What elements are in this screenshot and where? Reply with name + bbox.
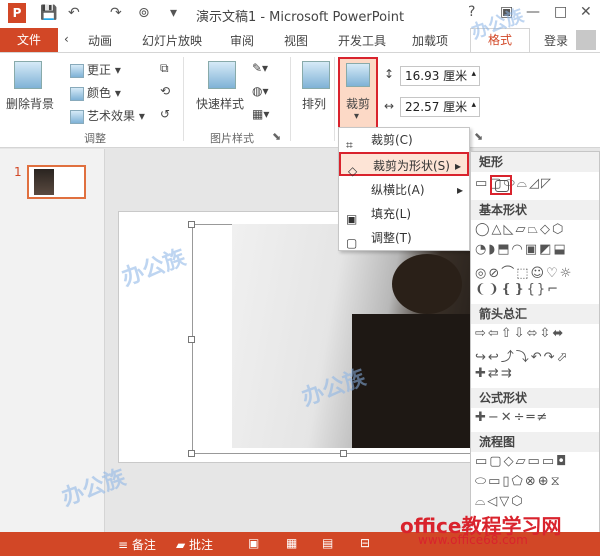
block-arrows-heading: 箭头总汇 xyxy=(471,304,599,324)
tab-developer[interactable]: 开发工具 xyxy=(338,32,386,49)
menu-item-crop[interactable]: ⌗ 裁剪(C) xyxy=(339,128,469,152)
submenu-arrow-icon: ▸ xyxy=(454,159,461,173)
rectangles-heading: 矩形 xyxy=(471,152,599,172)
block-arrows-row[interactable]: ⇨⇦⇧⇩⬄⇳⬌ xyxy=(475,326,599,346)
menu-item-aspect-ratio[interactable]: 纵横比(A) ▸ xyxy=(339,178,469,202)
crop-label: 裁剪 xyxy=(346,97,371,111)
picture-layout-icon[interactable]: ▦▾ xyxy=(252,107,269,121)
shape-gallery: 矩形 ▭▢⬭⌓◿◸ 基本形状 ◯△◺▱⏢◇⬡ ◔◗⬒◠▣◩⬓ ◎⊘⌒⬚☺♡☼ ❨… xyxy=(470,151,600,556)
flowchart-row[interactable]: ▭▢◇▱▭▭◘ xyxy=(475,454,599,474)
resize-handle[interactable] xyxy=(340,450,347,457)
group-divider xyxy=(183,57,184,141)
resize-handle[interactable] xyxy=(188,336,195,343)
group-divider xyxy=(290,57,291,141)
picture-styles-group-label: 图片样式 xyxy=(210,132,254,145)
equation-shapes-row[interactable]: ✚−✕÷═≠ xyxy=(475,410,599,430)
color-icon xyxy=(70,86,84,101)
equation-shapes-heading: 公式形状 xyxy=(471,388,599,408)
basic-shapes-row[interactable]: ◎⊘⌒⬚☺♡☼ xyxy=(475,262,599,282)
adjust-group-label: 调整 xyxy=(84,132,106,145)
slide-sorter-icon[interactable]: ▦ xyxy=(286,536,297,550)
size-dialog-launcher-icon[interactable]: ⬊ xyxy=(474,130,483,143)
crop-button[interactable]: 裁剪 ▾ xyxy=(338,57,378,129)
ribbon: 删除背景 更正 ▾ 颜色 ▾ 艺术效果 ▾ ⧉ ⟲ ↺ 调整 快速样式 ✎▾ ◍… xyxy=(0,52,600,148)
block-arrows-row[interactable]: ↪↩⤴⤵↶↷⬀ xyxy=(475,346,599,366)
site-url-watermark: www.office68.com xyxy=(418,533,528,547)
arrange-icon[interactable] xyxy=(302,61,330,89)
slide-photo[interactable] xyxy=(232,224,478,448)
change-picture-icon[interactable]: ⟲ xyxy=(160,84,170,98)
width-stepper-icon[interactable]: ▴ xyxy=(471,96,476,114)
submenu-arrow-icon: ▸ xyxy=(456,183,463,197)
chevron-down-icon: ▾ xyxy=(354,111,360,122)
photo-jacket xyxy=(352,314,472,448)
resize-handle[interactable] xyxy=(188,450,195,457)
quick-styles-icon[interactable] xyxy=(208,61,236,89)
menu-item-fit[interactable]: ▢ 调整(T) xyxy=(339,226,469,250)
reset-picture-icon[interactable]: ↺ xyxy=(160,107,170,121)
normal-view-icon[interactable]: ▣ xyxy=(248,536,259,550)
menu-item-crop-to-shape[interactable]: ◇ 裁剪为形状(S) ▸ xyxy=(339,152,469,178)
tab-slideshow[interactable]: 幻灯片放映 xyxy=(142,32,202,49)
tab-addins[interactable]: 加载项 xyxy=(412,32,448,49)
menu-item-fill[interactable]: ▣ 填充(L) xyxy=(339,202,469,226)
crop-small-icon: ⌗ xyxy=(346,138,353,152)
tab-file[interactable]: 文件 xyxy=(0,28,58,52)
tab-review[interactable]: 审阅 xyxy=(230,32,254,49)
dialog-launcher-icon[interactable]: ⬊ xyxy=(272,130,281,143)
picture-border-icon[interactable]: ✎▾ xyxy=(252,61,268,75)
width-icon: ↔ xyxy=(384,99,395,113)
width-input[interactable]: 22.57 厘米 ▴ xyxy=(400,97,480,117)
corrections-icon xyxy=(70,63,84,78)
resize-handle[interactable] xyxy=(188,221,195,228)
photo-person xyxy=(392,254,462,314)
art-effects-button[interactable]: 艺术效果 ▾ xyxy=(70,107,145,124)
basic-shapes-row[interactable]: ◯△◺▱⏢◇⬡ xyxy=(475,222,599,242)
basic-shapes-row[interactable]: ◔◗⬒◠▣◩⬓ xyxy=(475,242,599,262)
block-arrows-row[interactable]: ✚⇄⇉ xyxy=(475,366,599,386)
shape-icon: ◇ xyxy=(348,164,358,178)
tab-view[interactable]: 视图 xyxy=(284,32,308,49)
slide-number: 1 xyxy=(14,165,22,179)
basic-shapes-heading: 基本形状 xyxy=(471,200,599,220)
login-link[interactable]: 登录 xyxy=(544,32,568,49)
flowchart-row[interactable]: ⬭▭▯⬠⊗⊕⧖ xyxy=(475,474,599,494)
compress-icon[interactable]: ⧉ xyxy=(160,61,169,76)
restore-button[interactable]: □ xyxy=(554,4,567,20)
minimize-button[interactable]: — xyxy=(526,4,540,20)
flowchart-heading: 流程图 xyxy=(471,432,599,452)
quick-styles-button[interactable]: 快速样式 xyxy=(196,95,244,112)
basic-shapes-row[interactable]: ❨❩❴❵{}⌐ xyxy=(475,282,599,302)
corrections-button[interactable]: 更正 ▾ xyxy=(70,61,121,78)
fill-icon: ▣ xyxy=(346,212,358,226)
crop-icon xyxy=(346,63,370,87)
height-icon: ↕ xyxy=(384,67,395,81)
notes-button[interactable]: ≡ 备注 xyxy=(118,536,156,553)
thumbnail-photo xyxy=(34,169,54,195)
rounded-rectangle-shape-highlighted[interactable] xyxy=(490,175,512,195)
picture-effects-icon[interactable]: ◍▾ xyxy=(252,84,269,98)
arrange-button[interactable]: 排列 xyxy=(302,95,326,112)
height-input[interactable]: 16.93 厘米 ▴ xyxy=(400,66,480,86)
art-effects-icon xyxy=(70,109,84,124)
tab-scroll-left-icon[interactable]: ‹ xyxy=(64,32,69,46)
reading-view-icon[interactable]: ▤ xyxy=(322,536,333,550)
close-button[interactable]: ✕ xyxy=(580,4,592,20)
comments-button[interactable]: ▰ 批注 xyxy=(176,536,213,553)
crop-dropdown-menu: ⌗ 裁剪(C) ◇ 裁剪为形状(S) ▸ 纵横比(A) ▸ ▣ 填充(L) ▢ 调整(T) xyxy=(338,127,470,251)
fit-icon: ▢ xyxy=(346,236,358,250)
remove-background-button[interactable]: 删除背景 xyxy=(6,95,54,112)
color-button[interactable]: 颜色 ▾ xyxy=(70,84,121,101)
slide-thumbnail[interactable] xyxy=(27,165,86,199)
group-divider xyxy=(334,57,335,141)
avatar[interactable] xyxy=(576,30,596,50)
slideshow-view-icon[interactable]: ⊟ xyxy=(360,536,370,550)
remove-background-icon[interactable] xyxy=(14,61,42,89)
height-stepper-icon[interactable]: ▴ xyxy=(471,65,476,83)
tab-animation[interactable]: 动画 xyxy=(88,32,112,49)
